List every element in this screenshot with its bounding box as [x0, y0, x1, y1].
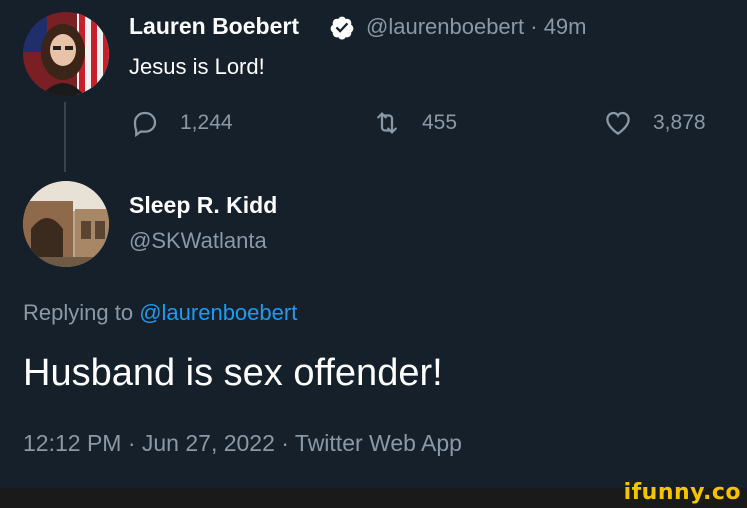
- tweet-timestamp-source[interactable]: 12:12 PM · Jun 27, 2022 · Twitter Web Ap…: [23, 430, 462, 457]
- reply-count: 1,244: [180, 111, 233, 134]
- verified-badge-icon: [330, 16, 354, 40]
- author-name[interactable]: Lauren Boebert: [129, 13, 299, 40]
- retweet-count: 455: [422, 111, 458, 134]
- reply-button[interactable]: 1,244: [130, 108, 233, 138]
- author-handle[interactable]: @laurenboebert: [366, 14, 524, 39]
- author-handle-and-time[interactable]: @laurenboebert · 49m: [366, 14, 586, 40]
- tweet-text: Jesus is Lord!: [129, 54, 265, 79]
- like-button[interactable]: 3,878: [603, 108, 706, 138]
- replying-to-line: Replying to @laurenboebert: [23, 300, 297, 326]
- separator-dot: ·: [530, 14, 538, 39]
- thread-connector-line: [64, 102, 66, 172]
- reply-text: Husband is sex offender!: [23, 352, 443, 394]
- reply-icon: [133, 111, 157, 138]
- replying-prefix: Replying to: [23, 300, 134, 325]
- replying-to-mention[interactable]: @laurenboebert: [139, 300, 297, 325]
- reply-author-handle[interactable]: @SKWatlanta: [129, 228, 267, 254]
- retweet-icon: [377, 112, 397, 134]
- avatar-sleep-r-kidd[interactable]: [23, 181, 109, 267]
- ifunny-watermark-logo: ifunny.co: [623, 480, 741, 505]
- reply-author-name[interactable]: Sleep R. Kidd: [129, 192, 277, 219]
- tweet-age[interactable]: 49m: [544, 14, 587, 39]
- like-count: 3,878: [653, 111, 706, 134]
- retweet-button[interactable]: 455: [372, 108, 457, 138]
- like-icon: [606, 111, 630, 135]
- avatar-lauren-boebert[interactable]: [23, 12, 109, 96]
